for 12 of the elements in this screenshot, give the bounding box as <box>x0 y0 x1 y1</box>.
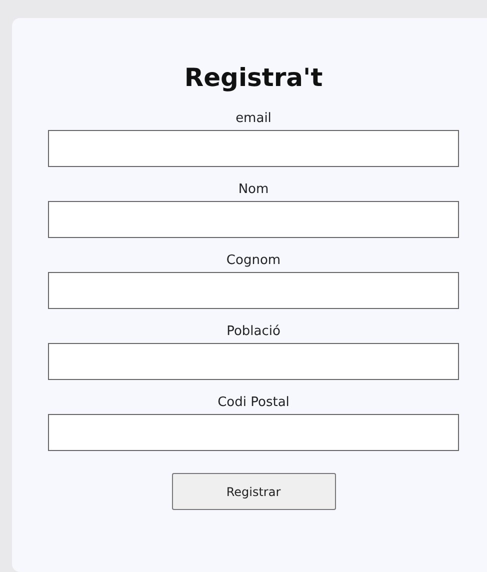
input-field[interactable] <box>48 272 459 309</box>
field-label: Codi Postal <box>218 394 290 412</box>
input-field[interactable] <box>48 343 459 380</box>
input-field[interactable] <box>48 130 459 167</box>
field-label: email <box>236 110 272 128</box>
submit-button[interactable]: Registrar <box>172 473 336 510</box>
field-label: Població <box>226 323 280 341</box>
field-label: Nom <box>238 181 269 199</box>
input-field[interactable] <box>48 201 459 238</box>
field-label: Cognom <box>226 252 281 270</box>
form-title: Registra't <box>183 62 324 94</box>
input-field[interactable] <box>48 414 459 451</box>
